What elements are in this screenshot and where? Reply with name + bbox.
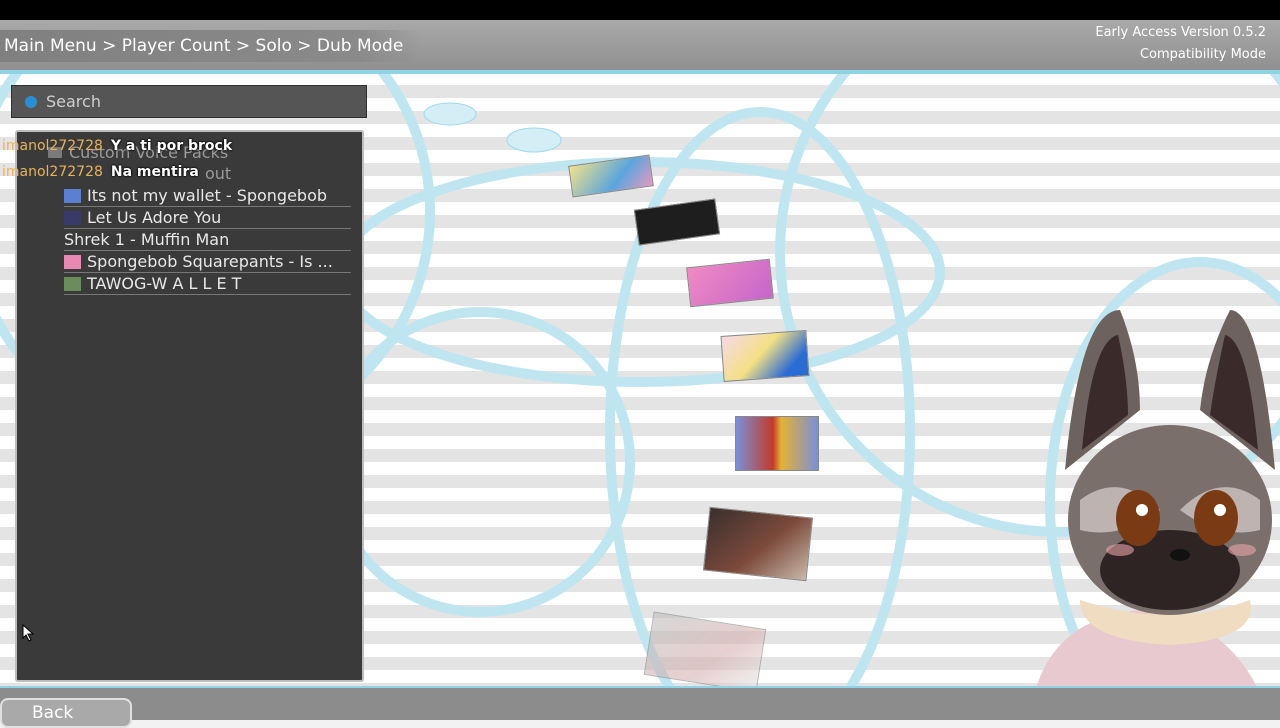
back-label: Back — [32, 703, 74, 723]
list-item-faded[interactable]: out — [205, 164, 231, 183]
version-info: Early Access Version 0.5.2 Compatibility… — [1095, 22, 1266, 66]
song-item[interactable]: Let Us Adore You — [64, 207, 351, 229]
song-thumbnail-icon — [64, 254, 81, 269]
chat-text: Na mentira — [110, 164, 199, 180]
footer-bar — [0, 688, 1280, 720]
compatibility-label: Compatibility Mode — [1139, 47, 1266, 62]
song-title: Its not my wallet - Spongebob — [87, 186, 328, 205]
chat-username: imanol272728 — [2, 164, 103, 180]
song-list: Its not my wallet - Spongebob Let Us Ado… — [64, 185, 351, 295]
song-thumbnail-icon — [64, 210, 81, 225]
song-thumbnail-icon — [64, 276, 81, 291]
song-card-5[interactable] — [735, 416, 819, 471]
search-input[interactable] — [44, 91, 348, 112]
song-thumbnail-icon — [64, 188, 81, 203]
song-item[interactable]: Spongebob Squarepants - Is ... — [64, 251, 351, 273]
song-title: Spongebob Squarepants - Is ... — [87, 252, 333, 271]
song-item[interactable]: TAWOG-W A L L E T — [64, 273, 351, 295]
mouse-cursor-icon — [22, 624, 35, 642]
version-label: Early Access Version 0.5.2 — [1095, 25, 1266, 40]
chat-username: imanol272728 — [2, 138, 103, 154]
song-card-6[interactable] — [702, 506, 814, 582]
header-divider — [0, 70, 1280, 74]
chat-text: Y a ti por brock — [110, 138, 233, 154]
song-card-4[interactable] — [720, 330, 810, 382]
top-black-band — [0, 0, 1280, 20]
search-icon — [25, 95, 37, 108]
song-title: Let Us Adore You — [87, 208, 222, 227]
breadcrumb: Main Menu > Player Count > Solo > Dub Mo… — [0, 30, 422, 62]
song-item[interactable]: Its not my wallet - Spongebob — [64, 185, 351, 207]
chat-message: imanol272728 Y a ti por brock — [2, 138, 232, 154]
mascot-avatar — [1030, 310, 1275, 720]
chat-message: imanol272728 Na mentira — [2, 164, 199, 180]
search-bar[interactable] — [11, 85, 367, 118]
back-button[interactable]: Back — [0, 698, 132, 728]
song-title: Shrek 1 - Muffin Man — [64, 230, 230, 249]
song-item[interactable]: Shrek 1 - Muffin Man — [64, 229, 351, 251]
song-title: TAWOG-W A L L E T — [87, 274, 242, 293]
